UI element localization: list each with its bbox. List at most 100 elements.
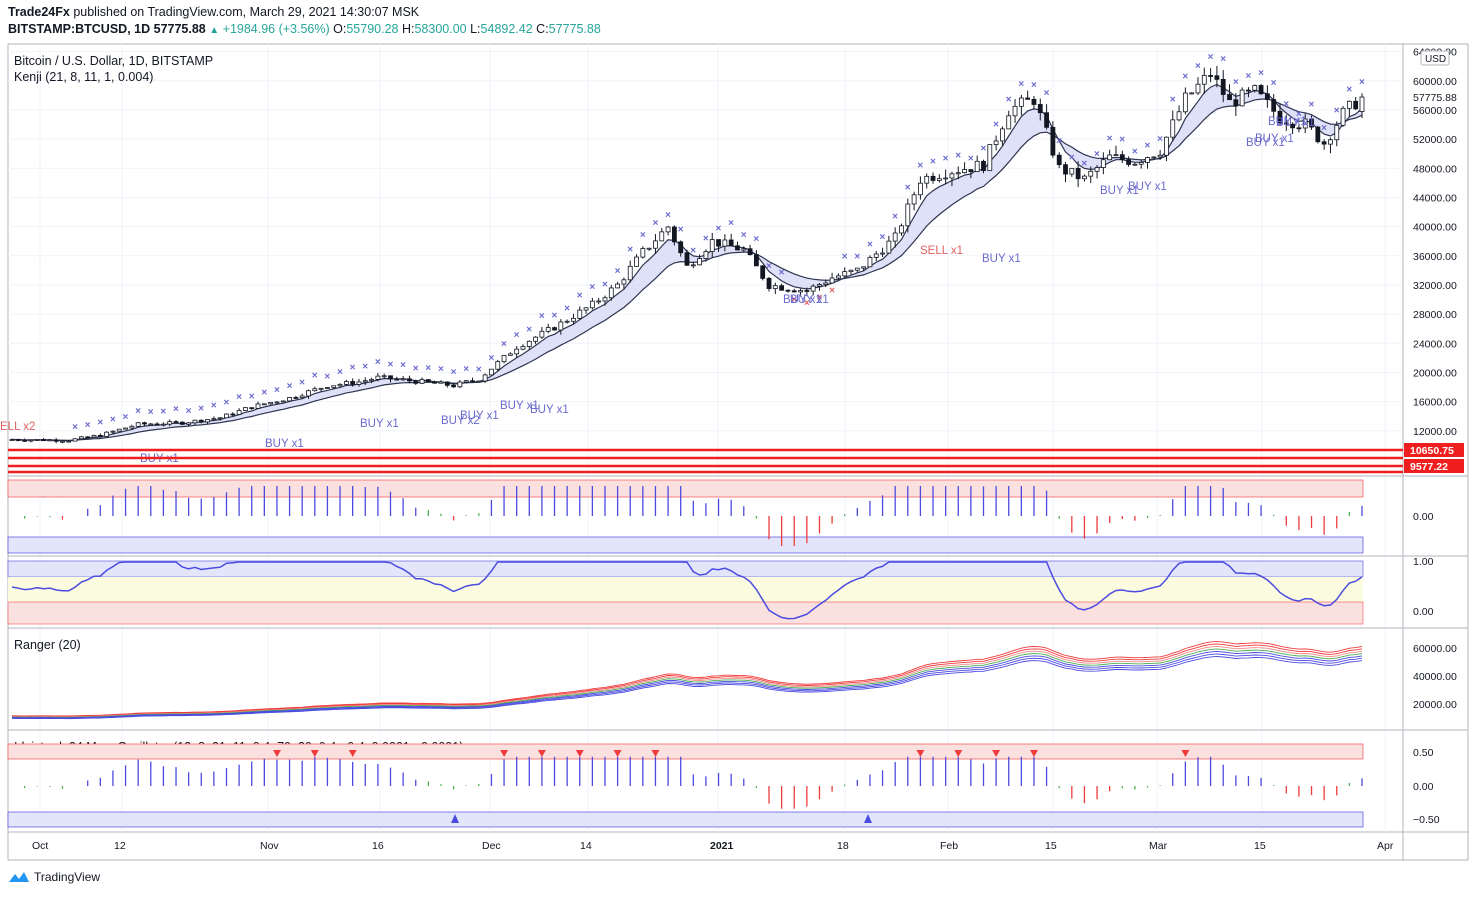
ranger-axis-label: 40000.00 [1413, 671, 1457, 683]
candle-body [154, 423, 160, 426]
stop-marker: × [1245, 71, 1251, 82]
mega-upper-zone [7, 743, 1364, 760]
candle-body [1227, 94, 1232, 101]
candle-body [1334, 124, 1340, 141]
stop-marker: × [1081, 158, 1087, 169]
candle-body [659, 231, 665, 242]
ranger-legend: Ranger (20) [14, 638, 81, 652]
stop-marker: × [211, 400, 217, 411]
stop-marker: × [640, 230, 646, 241]
stop-marker: × [602, 280, 608, 291]
candle-body [419, 379, 425, 384]
stop-marker: × [463, 364, 469, 375]
candle-body [350, 381, 356, 385]
candle-body [1132, 163, 1138, 166]
signal-label: BUY x1 [1128, 181, 1167, 193]
stop-marker: × [388, 359, 394, 370]
candle-body [968, 169, 974, 172]
candle-body [1182, 92, 1188, 113]
candle-body [337, 383, 343, 387]
candle-body [848, 269, 854, 273]
msi-lower-zone [7, 536, 1364, 554]
price-tick-label: 12000.00 [1413, 426, 1457, 438]
candle-body [665, 226, 671, 233]
stop-marker: × [1132, 147, 1138, 158]
candle-body [299, 395, 305, 398]
candle-body [1145, 157, 1150, 163]
ranger-axis-label: 20000.00 [1413, 699, 1457, 711]
footer-brand[interactable]: TradingView [8, 870, 100, 884]
candle-body [886, 240, 892, 254]
price-tick-label: 20000.00 [1413, 367, 1457, 379]
candle-body [9, 439, 15, 441]
stop-marker: × [110, 414, 116, 425]
red-price-label: 10650.75 [1410, 445, 1454, 457]
candle-body [161, 423, 166, 426]
candle-body [558, 321, 564, 331]
stop-marker: × [627, 245, 633, 256]
stop-marker: × [1145, 141, 1151, 152]
candle-body [1359, 96, 1365, 112]
tdi-axis-label: 0.00 [1413, 606, 1434, 618]
price-tick-label: 24000.00 [1413, 338, 1457, 350]
candle-body [772, 285, 778, 289]
candle-body [1075, 167, 1081, 180]
stop-marker: × [97, 417, 103, 428]
candle-body [15, 439, 21, 441]
price-tick-label: 32000.00 [1413, 280, 1457, 292]
candle-body [1164, 136, 1169, 156]
ranger-line [12, 643, 1363, 717]
candle-body [608, 287, 614, 299]
candle-body [785, 289, 791, 292]
stop-marker: × [1321, 123, 1327, 134]
stop-marker: × [1018, 79, 1024, 90]
candle-body [362, 380, 368, 383]
time-tick-label: Apr [1377, 840, 1394, 852]
candle-body [312, 388, 318, 392]
candle-body [514, 348, 520, 355]
price-tick-label: 44000.00 [1413, 192, 1457, 204]
chart-area[interactable]: × × × × × × × × × × × × × × × × × × × × × × × × × × × × × × × × × × × × × × × ×… [0, 0, 1475, 897]
time-tick-label: 16 [372, 840, 384, 852]
stop-marker: × [943, 153, 949, 164]
candle-body [34, 439, 40, 441]
candle-body [1157, 154, 1163, 158]
currency-label: USD [1425, 54, 1446, 65]
stop-marker: × [324, 371, 330, 382]
candle-body [192, 419, 198, 424]
stop-marker: × [753, 234, 759, 245]
stop-marker: × [312, 371, 318, 382]
candle-body [728, 239, 734, 247]
main-legend-title: Bitcoin / U.S. Dollar, 1D, BITSTAMP [14, 54, 213, 68]
candle-body [993, 140, 999, 145]
candle-body [722, 239, 728, 247]
candle-body [1050, 126, 1056, 156]
stop-marker: × [690, 246, 696, 257]
stop-marker: × [905, 183, 911, 194]
stop-marker: × [186, 406, 192, 417]
stop-marker: × [539, 311, 545, 322]
candle-body [123, 427, 128, 430]
candle-body [243, 407, 248, 411]
candle-body [615, 283, 621, 289]
tdi-mid-zone [8, 577, 1363, 602]
candle-body [1233, 99, 1239, 107]
candle-body [1328, 139, 1333, 145]
candle-body [501, 354, 507, 363]
candle-body [829, 277, 835, 284]
price-tick-label: 56000.00 [1413, 105, 1457, 117]
candle-body [66, 440, 72, 443]
stop-marker: × [842, 251, 848, 262]
candle-body [85, 436, 91, 439]
candle-body [836, 275, 841, 279]
candle-body [413, 380, 419, 384]
mega-lower-zone [7, 811, 1364, 828]
candle-body [924, 175, 930, 184]
stop-marker: × [1208, 52, 1214, 63]
stop-marker: × [148, 407, 154, 418]
candle-body [72, 438, 78, 442]
price-tick-label: 48000.00 [1413, 163, 1457, 175]
stop-marker: × [337, 367, 343, 378]
stop-marker: × [917, 160, 923, 171]
candle-body [1082, 175, 1087, 180]
